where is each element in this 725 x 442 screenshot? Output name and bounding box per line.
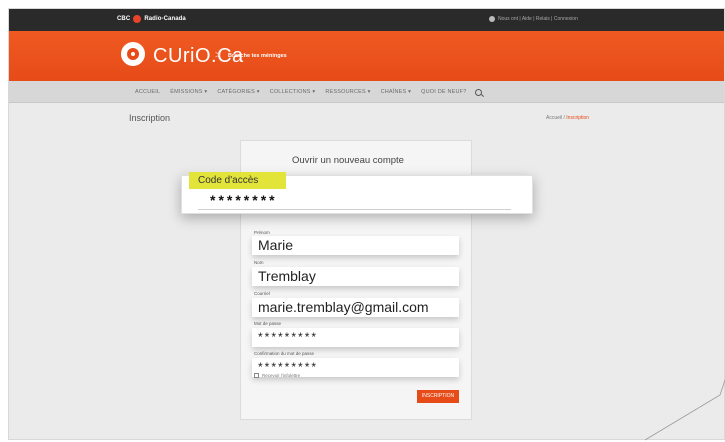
page-title: Inscription [129,113,171,123]
nav-chaines[interactable]: Chaînes ▾ [381,89,412,95]
first-name-field[interactable]: Marie [252,236,459,255]
header-separator: > [215,50,221,61]
newsletter-option[interactable]: Recevoir l'infolettre [254,373,300,378]
breadcrumb-home[interactable]: Accueil [546,115,562,121]
nav-collections[interactable]: Collections ▾ [270,89,316,95]
breadcrumb-separator: / [563,115,565,121]
main-navigation: Accueil Émissions ▾ Catégories ▾ Collect… [9,81,724,103]
breadcrumb-current: Inscription [566,115,590,121]
site-header: CUriO.Ca > Branche tes méninges [9,31,724,81]
nav-emissions[interactable]: Émissions ▾ [170,89,207,95]
password-label: Mot de passe [254,321,282,326]
email-label: Courriel [254,291,270,296]
access-code-label: Code d'accès [189,172,286,189]
password-confirm-label: Confirmation du mot de passe [254,351,315,356]
page-curl-decoration [644,379,725,441]
last-name-field[interactable]: Tremblay [252,267,459,286]
breadcrumb: Accueil / Inscription [546,115,589,121]
newsletter-label: Recevoir l'infolettre [262,373,301,378]
cbc-label: CBC [117,16,131,22]
utility-links[interactable]: Nous ont | Aide | Relais | Connexion [489,16,578,22]
submit-button[interactable]: Inscription [417,390,459,403]
cbc-gem-icon [133,15,142,23]
access-code-field[interactable]: ******** [198,190,511,210]
top-utility-bar: CBC Radio-Canada Nous ont | Aide | Relai… [9,9,724,31]
nav-categories[interactable]: Catégories ▾ [217,89,259,95]
nav-ressources[interactable]: Ressources ▾ [325,89,370,95]
last-name-label: Nom [254,260,264,265]
cbc-radio-canada-logo[interactable]: CBC Radio-Canada [117,15,186,23]
first-name-label: Prénom [254,230,270,235]
newsletter-checkbox[interactable] [254,373,259,378]
globe-icon [489,16,495,22]
password-field[interactable]: ********* [252,328,459,347]
utility-links-text[interactable]: Nous ont | Aide | Relais | Connexion [498,16,578,22]
site-tagline: Branche tes méninges [228,53,287,59]
form-heading: Ouvrir un nouveau compte [292,155,404,166]
nav-quoi-de-neuf[interactable]: Quoi de neuf? [421,89,466,95]
curio-logo-icon[interactable] [121,42,145,66]
nav-accueil[interactable]: Accueil [135,89,160,95]
search-icon[interactable] [474,88,482,96]
email-field[interactable]: marie.tremblay@gmail.com [252,298,459,317]
radio-canada-label: Radio-Canada [144,16,186,22]
